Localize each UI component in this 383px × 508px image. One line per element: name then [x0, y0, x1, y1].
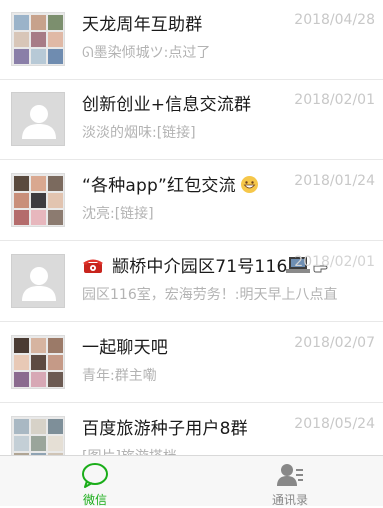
- chat-row[interactable]: “各种app”红包交流 2018/01/24 沈亮:[链接]: [0, 161, 383, 241]
- group-avatar: [11, 173, 65, 227]
- chat-row[interactable]: 一起聊天吧 2018/02/07 青年:群主嘞: [0, 323, 383, 403]
- chat-date: 2018/02/01: [294, 92, 375, 108]
- chat-preview: 园区116室，宏海劳务！:明天早上八点直: [82, 287, 338, 303]
- chat-title: 颛桥中介园区71号116: [82, 252, 287, 277]
- chat-preview: 青年:群主嘞: [82, 368, 157, 384]
- chat-date: 2018/05/24: [294, 416, 375, 432]
- chat-preview: 淡淡的烟味:[链接]: [82, 125, 196, 141]
- chat-title: 创新创业+信息交流群: [82, 95, 252, 115]
- chat-list: 天龙周年互助群 2018/04/28 ᘏ墨染倾城ツ:点过了 创新创业+信息交流群…: [0, 0, 383, 455]
- chat-preview: ᘏ墨染倾城ツ:点过了: [82, 45, 211, 61]
- chat-date: 2018/01/24: [294, 173, 375, 189]
- telephone-icon: [83, 259, 103, 273]
- default-avatar-icon: [11, 254, 65, 308]
- chat-title: 百度旅游种子用户8群: [82, 419, 248, 439]
- chat-row[interactable]: 天龙周年互助群 2018/04/28 ᘏ墨染倾城ツ:点过了: [0, 0, 383, 80]
- chat-bubble-icon: [82, 463, 108, 488]
- chat-date: 2018/04/28: [294, 12, 375, 28]
- tab-contacts-label: 通讯录: [271, 493, 308, 507]
- default-avatar-icon: [11, 92, 65, 146]
- bottom-tab-bar: 微信 通讯录: [0, 455, 383, 507]
- tab-chats-label: 微信: [82, 493, 107, 507]
- chat-row[interactable]: 创新创业+信息交流群 2018/02/01 淡淡的烟味:[链接]: [0, 80, 383, 160]
- chat-title-text: “各种app”红包交流: [82, 176, 236, 196]
- chat-row[interactable]: 颛桥中介园区71号116 2018/02/01 园区116室，宏海劳务！:明天早…: [0, 242, 383, 322]
- chat-title: 一起聊天吧: [82, 338, 168, 358]
- chat-preview: 沈亮:[链接]: [82, 206, 154, 222]
- tab-chats[interactable]: 微信: [45, 456, 145, 507]
- contacts-icon: [277, 464, 303, 486]
- group-avatar: [11, 12, 65, 66]
- chat-title: “各种app”红包交流: [82, 171, 259, 196]
- group-avatar: [11, 335, 65, 389]
- chat-date: 2018/02/01: [294, 254, 375, 270]
- tab-contacts[interactable]: 通讯录: [240, 456, 340, 507]
- chat-preview: [图片]旅游搭档: [82, 446, 377, 455]
- chat-title-text: 颛桥中介园区71号116: [112, 257, 288, 277]
- chat-title: 天龙周年互助群: [82, 15, 203, 35]
- grinning-face-icon: [241, 176, 259, 193]
- chat-date: 2018/02/07: [294, 335, 375, 351]
- group-avatar: [11, 416, 65, 455]
- chat-row[interactable]: 百度旅游种子用户8群 2018/05/24 [图片]旅游搭档: [0, 404, 383, 455]
